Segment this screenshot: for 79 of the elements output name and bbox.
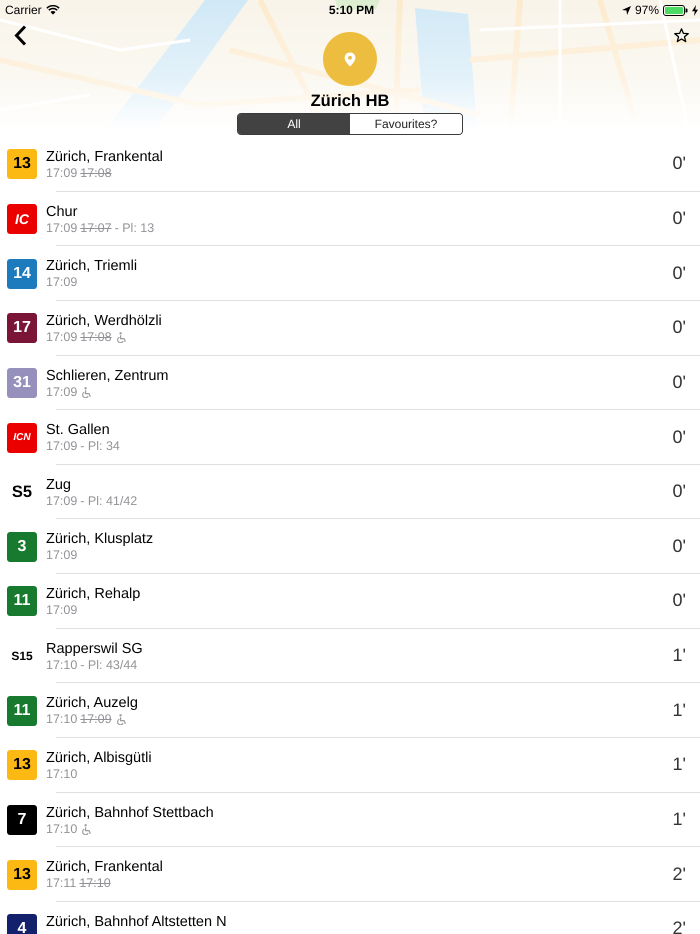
- minutes-until-departure: 0': [672, 153, 686, 174]
- destination-text: St. Gallen: [46, 422, 111, 440]
- location-arrow-icon: [622, 6, 631, 14]
- status-time: 5:10 PM: [328, 3, 374, 17]
- destination-text: Zürich, Albisgütli: [46, 750, 153, 768]
- battery-icon: [663, 4, 688, 16]
- train-category-badge: ICN: [7, 422, 37, 453]
- chevron-left-icon: [14, 24, 26, 46]
- departure-time: 17:09: [46, 548, 78, 564]
- line-badge: 31: [7, 368, 37, 398]
- destination-text: Zürich, Frankental: [46, 149, 164, 166]
- destination-text: Zug: [46, 476, 72, 494]
- destination-text: Zürich, Klusplatz: [46, 531, 154, 548]
- minutes-until-departure: 0': [672, 372, 686, 393]
- departure-time: 17:09: [46, 603, 78, 618]
- scheduled-time: 17:08: [80, 330, 112, 345]
- minutes-until-departure: 0': [672, 590, 686, 612]
- platform-text: - Pl: 43/44: [80, 658, 138, 673]
- line-badge: 17: [7, 313, 37, 344]
- platform-text: - Pl: 13: [114, 220, 154, 236]
- departure-time: 17:09: [46, 439, 78, 454]
- line-badge: 3: [7, 532, 37, 562]
- minutes-until-departure: 0': [672, 481, 686, 502]
- line-badge: 13: [7, 860, 37, 890]
- line-badge: 7: [7, 805, 37, 835]
- departure-time: 17:09: [46, 494, 78, 509]
- minutes-until-departure: 1': [672, 645, 686, 666]
- minutes-until-departure: 2': [672, 918, 686, 934]
- departure-time: 17:10: [46, 822, 78, 837]
- minutes-until-departure: 2': [672, 864, 686, 885]
- train-category-badge: IC: [7, 204, 37, 234]
- minutes-until-departure: 0': [672, 317, 686, 338]
- minutes-until-departure: 0': [672, 262, 686, 284]
- destination-text: Zürich, Rehalp: [46, 586, 142, 604]
- departure-time: 17:09: [46, 330, 78, 345]
- line-badge: 14: [7, 258, 37, 289]
- departure-time: 17:09: [46, 275, 78, 290]
- destination-text: Zürich, Bahnhof Altstetten N: [46, 914, 228, 931]
- destination-text: Chur: [46, 204, 78, 221]
- scheduled-time: 17:10: [79, 876, 111, 892]
- destination-text: Zürich, Auzelg: [46, 695, 139, 712]
- line-label: S15: [10, 649, 34, 664]
- departure-time: 17:09: [46, 166, 78, 181]
- line-label: S5: [10, 482, 34, 502]
- scheduled-time: 17:07: [80, 220, 112, 236]
- minutes-until-departure: 1': [672, 809, 686, 830]
- departure-time: 17:10: [46, 712, 78, 728]
- departure-time: 17:09: [46, 384, 78, 400]
- destination-text: Zürich, Bahnhof Stettbach: [46, 804, 215, 822]
- line-badge: 11: [7, 586, 37, 616]
- departure-time: 17:09: [46, 220, 78, 236]
- destination-text: Rapperswil SG: [46, 640, 144, 658]
- departure-time: 17:10: [46, 767, 78, 782]
- platform-text: - Pl: 41/42: [80, 494, 138, 509]
- line-badge: 13: [7, 149, 37, 180]
- destination-text: Zürich, Werdhölzli: [46, 312, 163, 330]
- destination-text: Zürich, Triemli: [46, 258, 138, 276]
- line-badge: 13: [7, 750, 37, 780]
- minutes-until-departure: 0': [672, 426, 686, 448]
- minutes-until-departure: 1': [672, 754, 686, 776]
- battery-percentage: 97%: [634, 3, 659, 17]
- destination-text: Schlieren, Zentrum: [46, 368, 170, 385]
- wifi-icon: [46, 5, 60, 15]
- minutes-until-departure: 0': [672, 208, 686, 229]
- location-pin-icon: [323, 32, 377, 86]
- station-title: Zürich HB: [310, 92, 390, 110]
- scheduled-time: 17:09: [80, 712, 112, 728]
- scheduled-time: 17:08: [80, 166, 112, 181]
- carrier-name: Carrier: [5, 3, 42, 17]
- line-badge: 4: [7, 914, 37, 934]
- departure-time: 17:11: [46, 876, 76, 892]
- departure-time: 17:10: [46, 658, 78, 673]
- line-badge: 11: [7, 696, 37, 726]
- destination-text: Zürich, Frankental: [46, 859, 164, 876]
- minutes-until-departure: 1': [672, 700, 686, 721]
- charging-bolt-icon: [692, 4, 698, 16]
- minutes-until-departure: 0': [672, 536, 686, 557]
- filter-tab[interactable]: All: [238, 114, 350, 134]
- platform-text: - Pl: 34: [80, 439, 120, 454]
